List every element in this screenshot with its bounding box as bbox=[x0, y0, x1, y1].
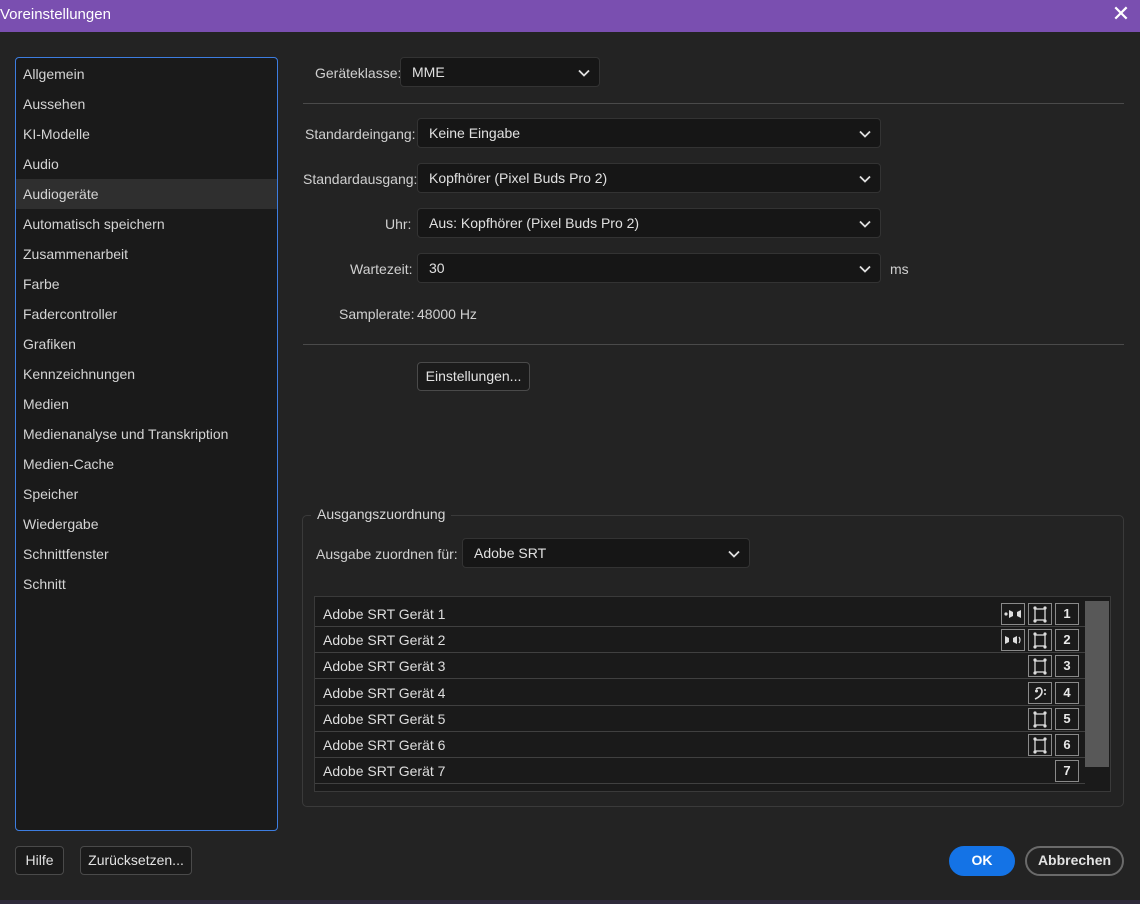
channel-number-box[interactable]: 5 bbox=[1055, 707, 1079, 730]
map-output-for-select[interactable]: Adobe SRT bbox=[462, 538, 750, 568]
sidebar-item[interactable]: Wiedergabe bbox=[16, 509, 277, 539]
mono-clip-icon[interactable] bbox=[1028, 629, 1052, 652]
device-class-value: MME bbox=[412, 64, 445, 80]
latency-value: 30 bbox=[429, 260, 445, 276]
chevron-down-icon bbox=[859, 175, 871, 183]
reset-button[interactable]: Zurücksetzen... bbox=[80, 846, 192, 875]
output-mapping-legend: Ausgangszuordnung bbox=[311, 506, 452, 522]
samplerate-value: 48000 Hz bbox=[417, 306, 477, 322]
sidebar-item[interactable]: Schnittfenster bbox=[16, 539, 277, 569]
sidebar-item[interactable]: KI-Modelle bbox=[16, 119, 277, 149]
default-input-select[interactable]: Keine Eingabe bbox=[417, 118, 881, 148]
window-title: Voreinstellungen bbox=[0, 6, 111, 23]
channel-number-box[interactable]: 3 bbox=[1055, 655, 1079, 678]
clock-label: Uhr: bbox=[385, 216, 412, 232]
title-bar: Voreinstellungen ✕ bbox=[0, 0, 1140, 32]
sidebar-item[interactable]: Audiogeräte bbox=[16, 179, 277, 209]
chevron-down-icon bbox=[728, 550, 740, 558]
sidebar-item[interactable]: Grafiken bbox=[16, 329, 277, 359]
default-input-value: Keine Eingabe bbox=[429, 125, 521, 141]
default-output-label: Standardausgang: bbox=[303, 171, 418, 187]
mapping-row-name: Adobe SRT Gerät 4 bbox=[323, 684, 446, 701]
mapping-row-name: Adobe SRT Gerät 6 bbox=[323, 737, 446, 753]
mapping-row[interactable]: Adobe SRT Gerät 5 5 bbox=[315, 706, 1085, 732]
sidebar-item[interactable]: Medienanalyse und Transkription bbox=[16, 419, 277, 449]
mapping-row-name: Adobe SRT Gerät 3 bbox=[323, 658, 446, 675]
map-output-for-value: Adobe SRT bbox=[474, 545, 547, 561]
default-output-select[interactable]: Kopfhörer (Pixel Buds Pro 2) bbox=[417, 163, 881, 193]
latency-unit: ms bbox=[890, 261, 909, 277]
preferences-sidebar: Allgemein Aussehen KI-Modelle Audio Audioger… bbox=[15, 57, 278, 831]
mono-clip-icon[interactable] bbox=[1028, 603, 1052, 625]
mapping-row-name: Adobe SRT Gerät 5 bbox=[323, 710, 446, 727]
cancel-button[interactable]: Abbrechen bbox=[1025, 846, 1124, 876]
mono-clip-icon[interactable] bbox=[1028, 707, 1052, 730]
sidebar-item[interactable]: Farbe bbox=[16, 269, 277, 299]
bass-clef-icon[interactable] bbox=[1028, 681, 1052, 704]
speaker-right-icon[interactable] bbox=[1001, 629, 1025, 652]
divider bbox=[303, 344, 1124, 345]
samplerate-label: Samplerate: bbox=[339, 306, 415, 322]
sidebar-item[interactable]: Medien bbox=[16, 389, 277, 419]
sidebar-item[interactable]: Speicher bbox=[16, 479, 277, 509]
channel-number-box[interactable]: 7 bbox=[1055, 760, 1079, 783]
clock-select[interactable]: Aus: Kopfhörer (Pixel Buds Pro 2) bbox=[417, 208, 881, 238]
mapping-row[interactable]: Adobe SRT Gerät 6 6 bbox=[315, 732, 1085, 758]
sidebar-item[interactable]: Medien-Cache bbox=[16, 449, 277, 479]
chevron-down-icon bbox=[859, 130, 871, 138]
mono-clip-icon[interactable] bbox=[1028, 734, 1052, 756]
settings-button[interactable]: Einstellungen... bbox=[417, 362, 530, 391]
output-mapping-table: Adobe SRT Gerät 1 1 Adobe SRT Gerät 2 2 Adob… bbox=[314, 596, 1111, 792]
latency-select[interactable]: 30 bbox=[417, 253, 881, 283]
mapping-row[interactable]: Adobe SRT Gerät 7 7 bbox=[315, 758, 1085, 785]
mapping-row-name: Adobe SRT Gerät 7 bbox=[323, 763, 446, 780]
chevron-down-icon bbox=[859, 220, 871, 228]
sidebar-item[interactable]: Allgemein bbox=[16, 59, 277, 89]
sidebar-item[interactable]: Fadercontroller bbox=[16, 299, 277, 329]
scrollbar[interactable] bbox=[1085, 601, 1109, 767]
sidebar-item[interactable]: Schnitt bbox=[16, 569, 277, 599]
default-input-label: Standardeingang: bbox=[305, 126, 416, 142]
device-class-label: Geräteklasse: bbox=[315, 65, 402, 81]
sidebar-item[interactable]: Kennzeichnungen bbox=[16, 359, 277, 389]
sidebar-item[interactable]: Automatisch speichern bbox=[16, 209, 277, 239]
mapping-row[interactable]: Adobe SRT Gerät 3 3 bbox=[315, 653, 1085, 680]
mapping-row-name: Adobe SRT Gerät 2 bbox=[323, 632, 446, 649]
mapping-row[interactable]: Adobe SRT Gerät 1 1 bbox=[315, 601, 1085, 627]
channel-number-box[interactable]: 4 bbox=[1055, 681, 1079, 704]
mapping-row[interactable]: Adobe SRT Gerät 2 2 bbox=[315, 627, 1085, 654]
channel-number-box[interactable]: 6 bbox=[1055, 734, 1079, 756]
sidebar-item[interactable]: Audio bbox=[16, 149, 277, 179]
sidebar-item[interactable]: Zusammenarbeit bbox=[16, 239, 277, 269]
divider bbox=[303, 103, 1124, 104]
ok-button[interactable]: OK bbox=[949, 846, 1015, 876]
clock-value: Aus: Kopfhörer (Pixel Buds Pro 2) bbox=[429, 215, 640, 231]
chevron-down-icon bbox=[859, 265, 871, 273]
device-class-select[interactable]: MME bbox=[400, 57, 600, 87]
latency-label: Wartezeit: bbox=[350, 261, 413, 277]
default-output-value: Kopfhörer (Pixel Buds Pro 2) bbox=[429, 170, 608, 186]
speaker-left-icon[interactable] bbox=[1001, 603, 1025, 625]
chevron-down-icon bbox=[578, 69, 590, 77]
mapping-row-name: Adobe SRT Gerät 1 bbox=[323, 606, 446, 622]
channel-number-box[interactable]: 1 bbox=[1055, 603, 1079, 625]
map-output-for-label: Ausgabe zuordnen für: bbox=[316, 546, 458, 562]
sidebar-list: Allgemein Aussehen KI-Modelle Audio Audioger… bbox=[16, 58, 277, 599]
mapping-row[interactable]: Adobe SRT Gerät 4 4 bbox=[315, 680, 1085, 706]
channel-number-box[interactable]: 2 bbox=[1055, 629, 1079, 652]
mono-clip-icon[interactable] bbox=[1028, 655, 1052, 678]
taskbar-strip bbox=[0, 900, 1140, 904]
sidebar-item[interactable]: Aussehen bbox=[16, 89, 277, 119]
help-button[interactable]: Hilfe bbox=[15, 846, 64, 875]
close-icon[interactable]: ✕ bbox=[1108, 2, 1134, 28]
